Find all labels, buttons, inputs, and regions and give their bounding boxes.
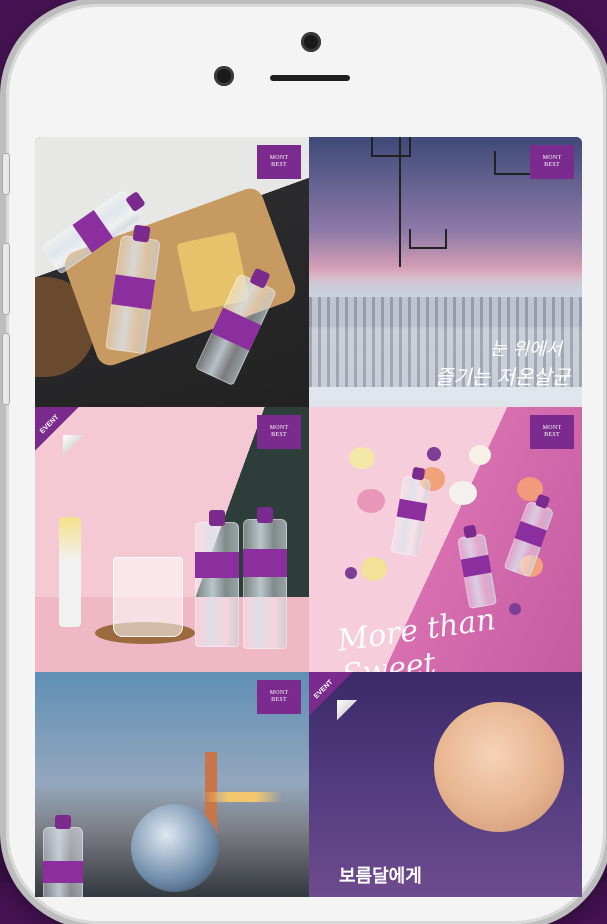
candy (427, 447, 441, 461)
photo-grid: MONT BEST 눈 위에서 즐기는 저온살균 MONT BEST EVENT M… (35, 137, 582, 897)
bottle (43, 815, 83, 897)
brand-badge: MONT BEST (530, 415, 574, 449)
bottle (456, 524, 498, 609)
gallery-tile-ski-lift[interactable]: 눈 위에서 즐기는 저온살균 MONT BEST (309, 137, 582, 407)
moon-caption: 보름달에게 (339, 866, 422, 886)
macaron (449, 481, 477, 505)
chairlift (371, 137, 411, 157)
bottle (503, 493, 555, 578)
brand-badge: MONT BEST (257, 145, 301, 179)
volume-down-button (3, 334, 9, 404)
glass-mug (113, 557, 183, 637)
page-curl (63, 435, 83, 455)
bottle (195, 510, 239, 647)
caption-line-1: 눈 위에서 (490, 339, 562, 360)
front-camera-icon (301, 32, 321, 52)
script-caption: More than Sweet (335, 602, 498, 672)
tube (59, 517, 81, 627)
macaron (349, 447, 375, 469)
caption-line-2: 즐기는 저온살균 (434, 365, 570, 389)
macaron (361, 557, 387, 581)
city-lights (175, 792, 309, 802)
macaron (357, 489, 385, 513)
crystal-ball (131, 804, 219, 892)
gallery-tile-full-moon[interactable]: 보름달에게 EVENT (309, 672, 582, 897)
sensor-icon (214, 66, 234, 86)
mute-switch (3, 154, 9, 194)
brand-badge: MONT BEST (257, 680, 301, 714)
earpiece-speaker (270, 75, 350, 81)
bottle (243, 507, 287, 649)
brand-badge: MONT BEST (530, 145, 574, 179)
gallery-tile-bottles-on-board[interactable]: MONT BEST (35, 137, 309, 407)
chairlift (409, 229, 447, 249)
page-curl (337, 700, 357, 720)
moon (434, 702, 564, 832)
candy (345, 567, 357, 579)
macaron (469, 445, 491, 465)
volume-up-button (3, 244, 9, 314)
bottle (390, 466, 432, 557)
gallery-tile-bridge-crystal-ball[interactable]: MONT BEST (35, 672, 309, 897)
brand-badge: MONT BEST (257, 415, 301, 449)
gallery-tile-pink-drink[interactable]: EVENT MONT BEST (35, 407, 309, 672)
gallery-tile-macarons[interactable]: More than Sweet MONT BEST (309, 407, 582, 672)
